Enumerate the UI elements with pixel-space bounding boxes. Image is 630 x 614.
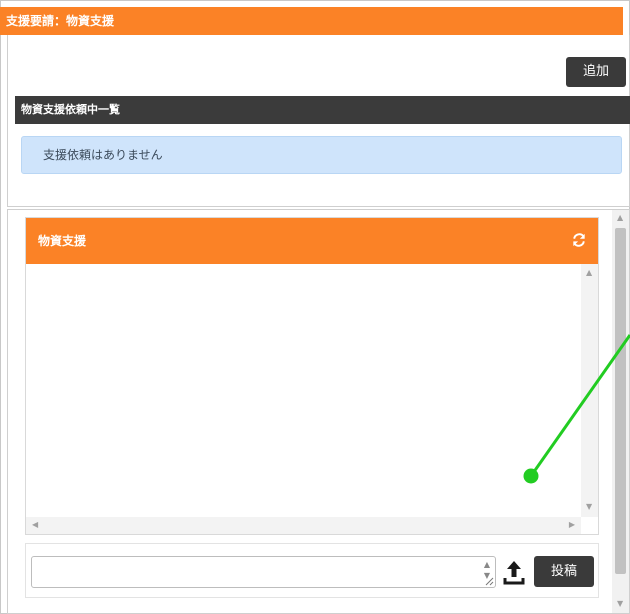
chat-vertical-scrollbar[interactable]: ▲ ▼ — [581, 264, 598, 517]
chat-horizontal-scrollbar[interactable]: ◀ ▶ — [26, 517, 581, 534]
chat-panel: 物資支援 ▲ ▼ ◀ ▶ ▲ ▼ 投稿 — [7, 209, 630, 614]
message-composer: ▲ ▼ 投稿 — [25, 543, 599, 598]
refresh-icon[interactable] — [572, 233, 586, 247]
empty-requests-notice: 支援依頼はありません — [21, 136, 622, 174]
request-panel: 追加 物資支援依頼中一覧 支援依頼はありません — [7, 35, 630, 207]
request-header: 支援要請：物資支援 — [0, 7, 623, 35]
spinner-up-icon[interactable]: ▲ — [482, 559, 492, 570]
scroll-left-icon[interactable]: ◀ — [32, 521, 38, 529]
chat-box: 物資支援 ▲ ▼ ◀ ▶ — [25, 217, 599, 535]
scroll-down-icon[interactable]: ▼ — [586, 503, 592, 511]
add-button[interactable]: 追加 — [566, 57, 626, 87]
page-scroll-down-icon[interactable]: ▼ — [617, 600, 623, 608]
message-input[interactable]: ▲ ▼ — [31, 556, 496, 588]
scroll-right-icon[interactable]: ▶ — [569, 521, 575, 529]
request-list-header: 物資支援依頼中一覧 — [15, 96, 630, 124]
upload-icon[interactable] — [503, 559, 525, 585]
chat-header: 物資支援 — [26, 218, 598, 264]
page-vertical-scrollbar[interactable]: ▲ ▼ — [612, 210, 629, 613]
page-scroll-up-icon[interactable]: ▲ — [617, 214, 623, 222]
resize-grip-icon[interactable] — [484, 576, 494, 586]
page-scroll-thumb[interactable] — [615, 228, 626, 574]
post-button[interactable]: 投稿 — [534, 556, 594, 587]
chat-messages-area[interactable]: ▲ ▼ ◀ ▶ — [26, 264, 598, 534]
scroll-up-icon[interactable]: ▲ — [586, 269, 592, 277]
chat-title: 物資支援 — [38, 234, 87, 248]
